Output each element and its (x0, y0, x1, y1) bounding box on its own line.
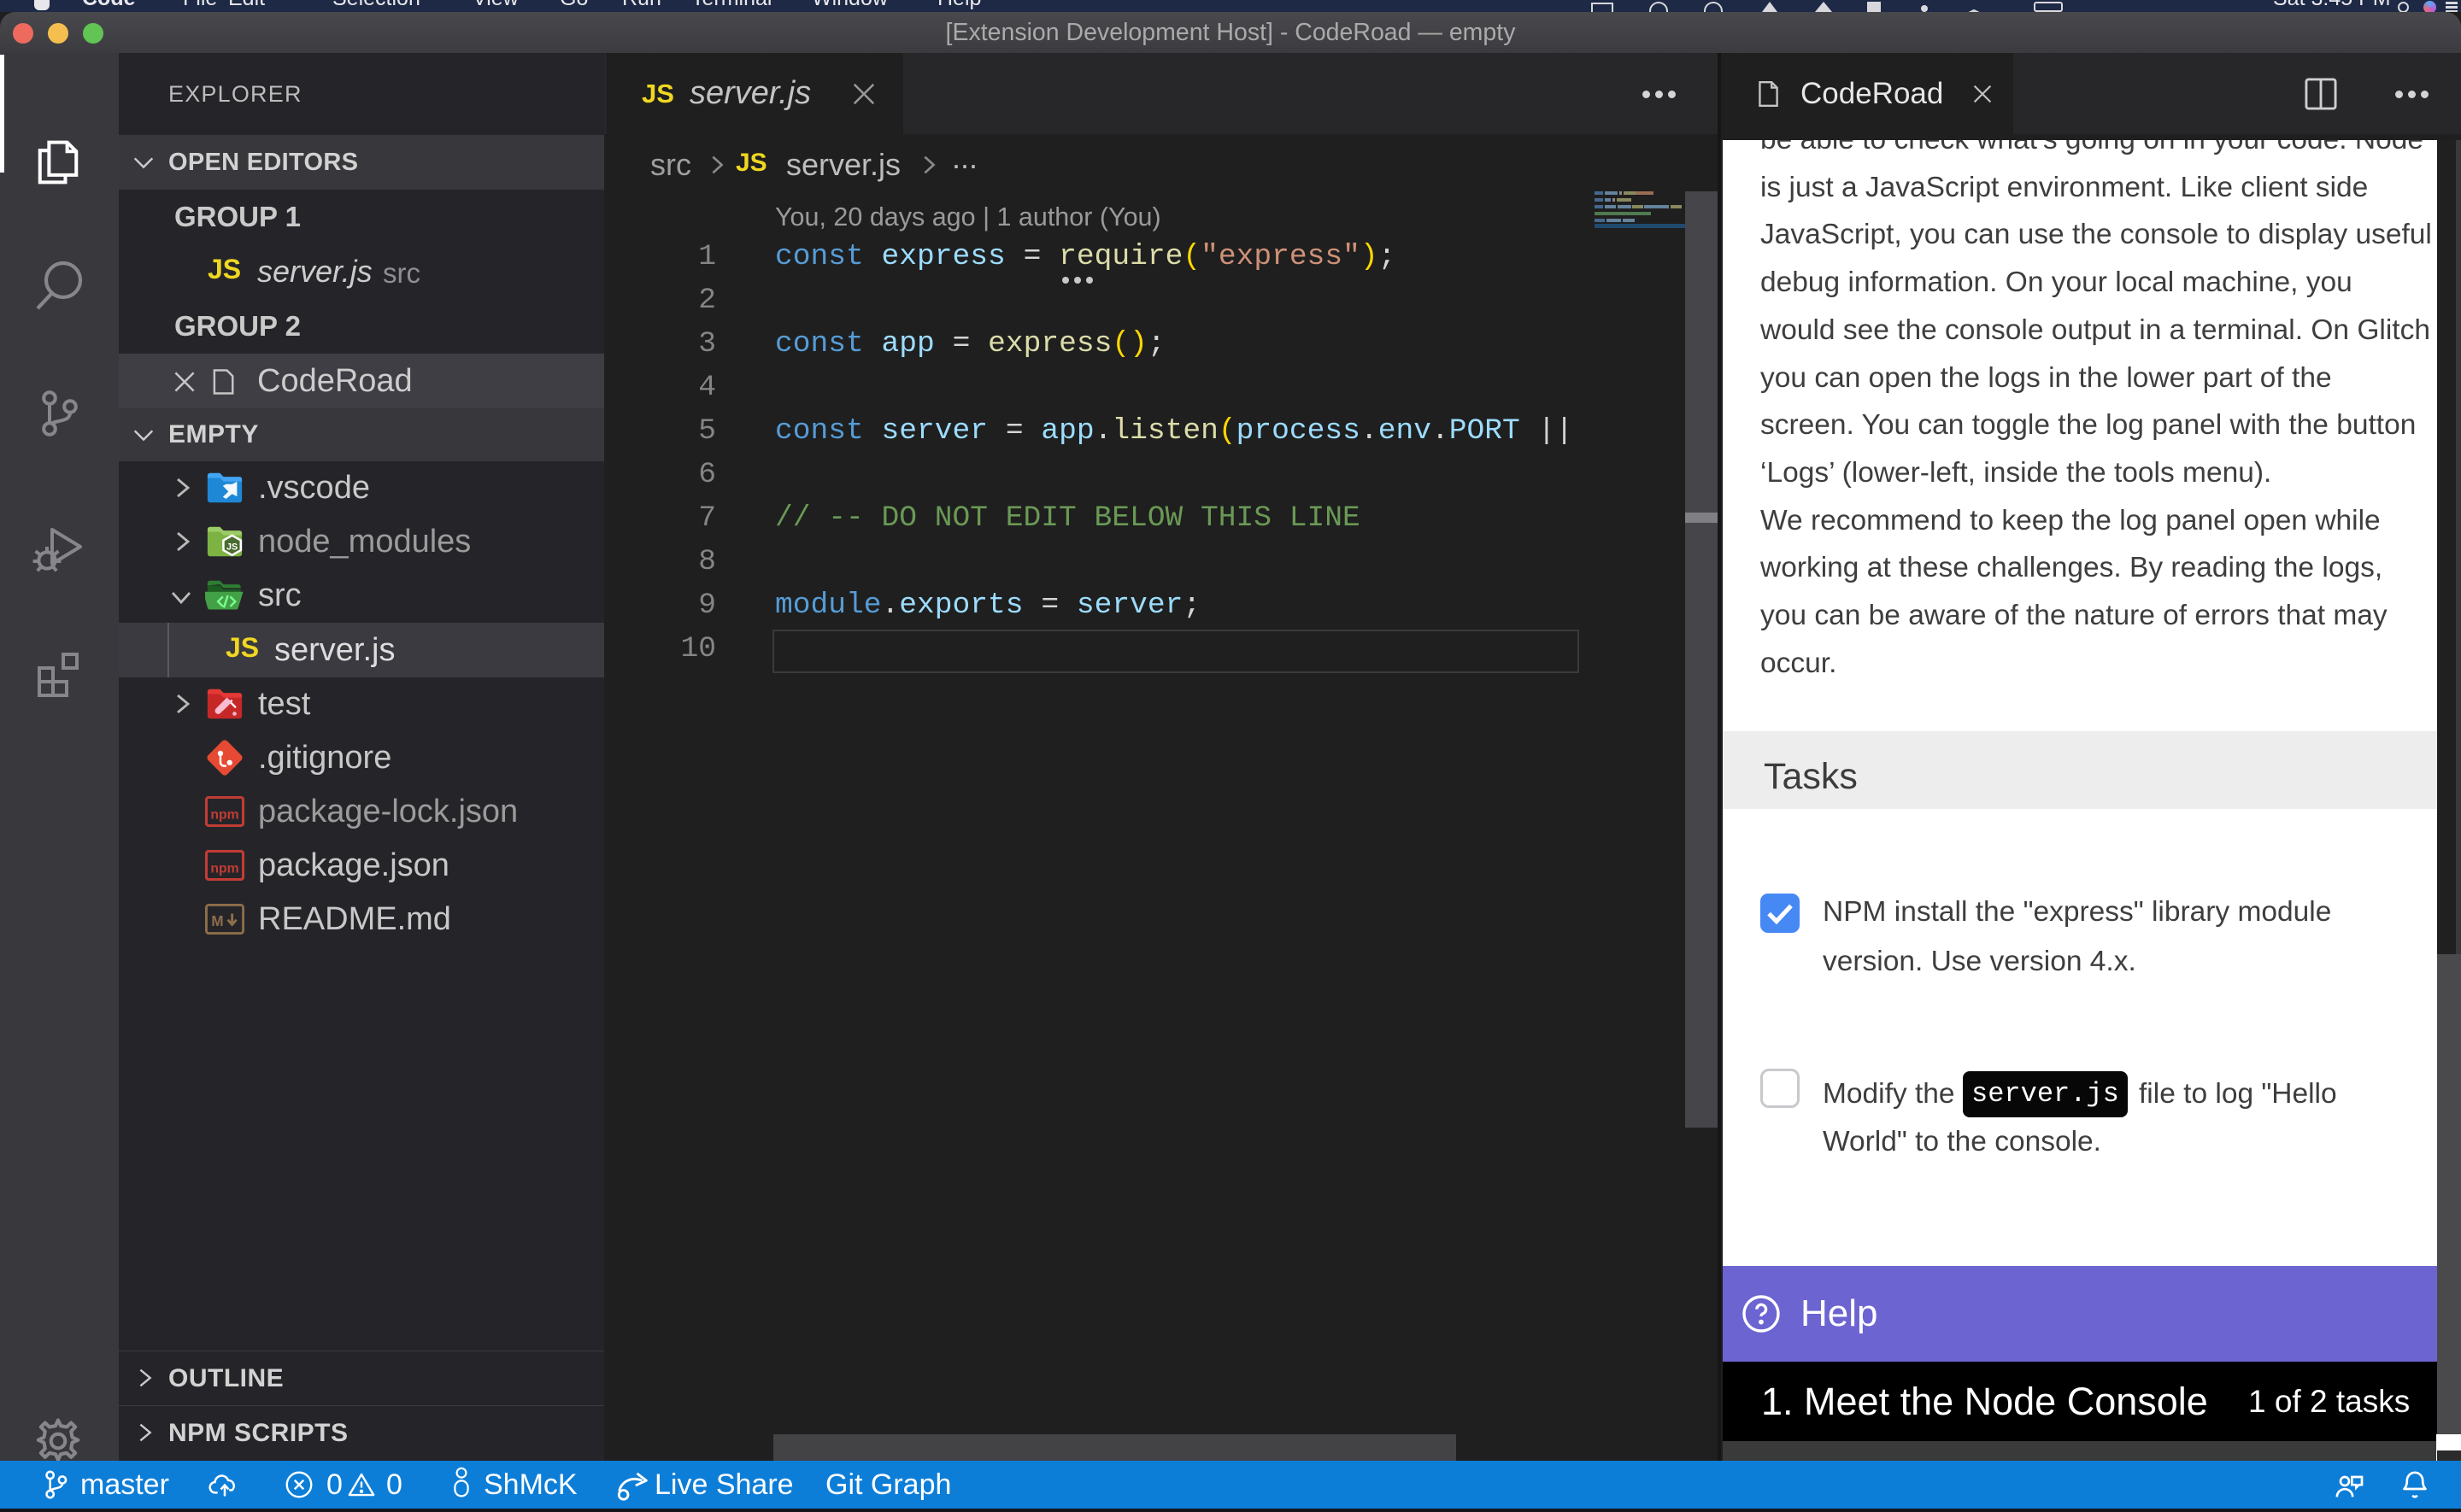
svg-text:npm: npm (210, 808, 238, 823)
svg-text:JS: JS (226, 542, 238, 552)
svg-text:npm: npm (210, 862, 238, 876)
svg-text:M: M (211, 912, 223, 929)
